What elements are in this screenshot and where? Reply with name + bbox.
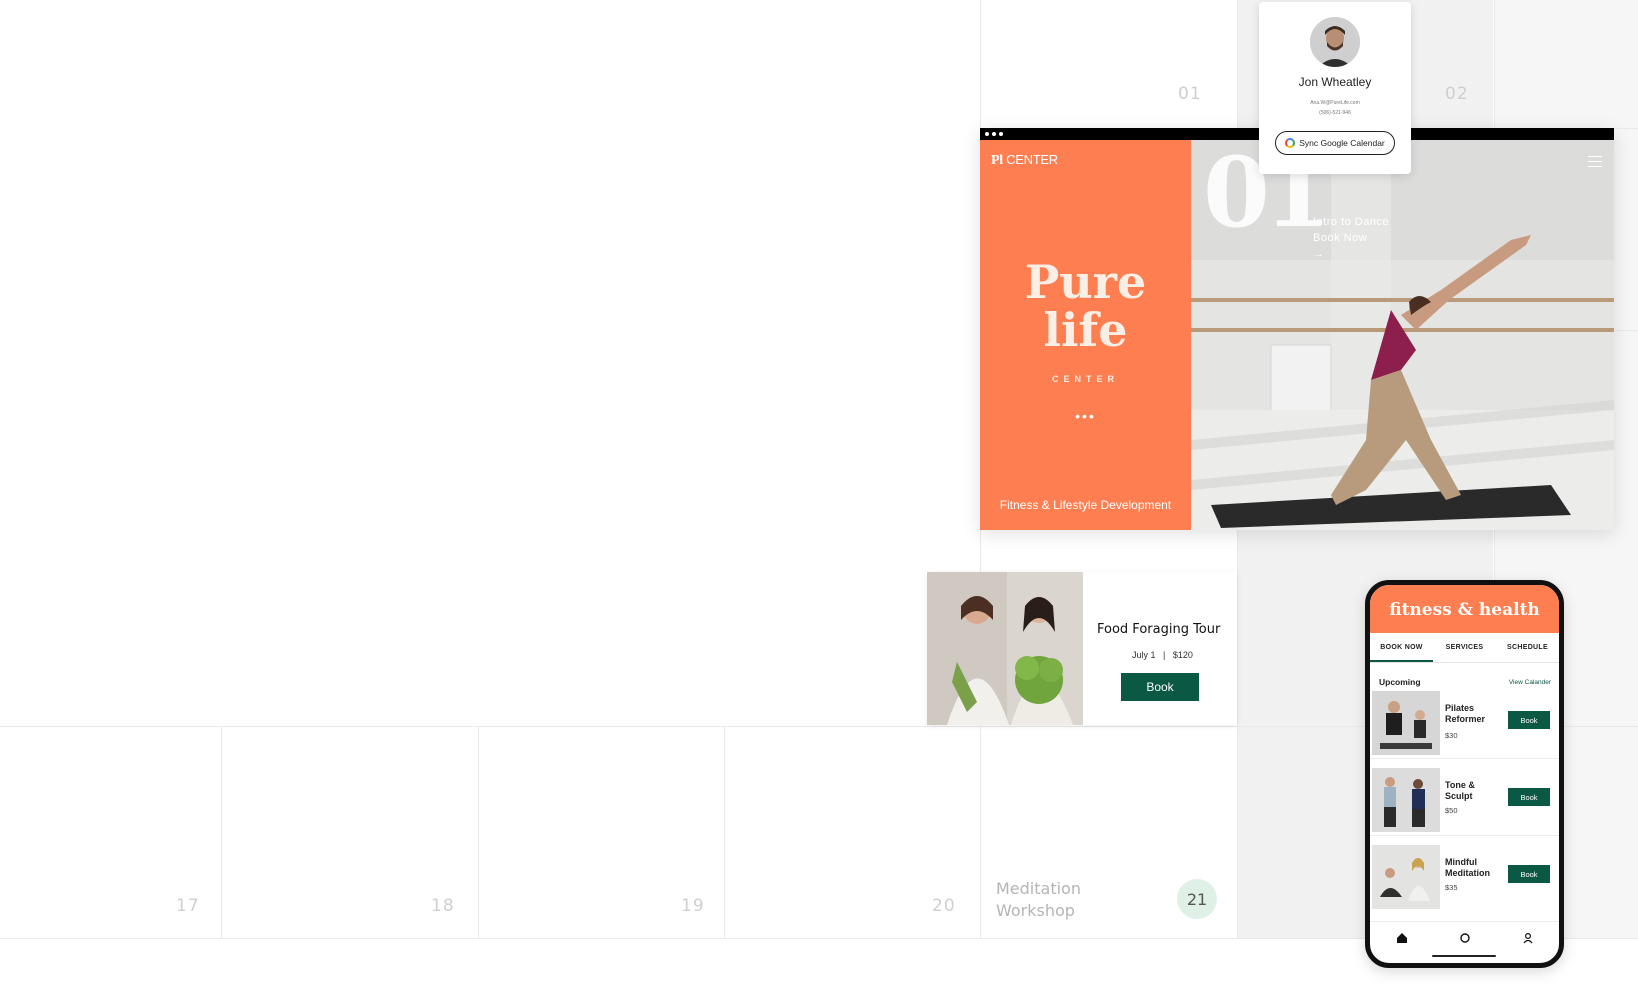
class-name: Tone & Sculpt — [1445, 780, 1475, 801]
book-class-button[interactable]: Book — [1508, 865, 1550, 883]
search-icon[interactable] — [1458, 931, 1472, 945]
pilates-photo-illustration — [1372, 691, 1440, 755]
intro-line2: Book Now — [1313, 232, 1368, 244]
tab-services[interactable]: SERVICES — [1433, 633, 1496, 662]
grid-line — [478, 726, 479, 938]
tab-schedule[interactable]: SCHEDULE — [1496, 633, 1559, 662]
phone-header: fitness & health — [1370, 585, 1559, 633]
day-number-21-highlighted[interactable]: 21 — [1177, 879, 1217, 919]
list-item: Pilates Reformer $30 Book — [1370, 689, 1559, 759]
sync-button-label: Sync Google Calendar — [1299, 138, 1385, 148]
event-separator: | — [1163, 650, 1166, 660]
day-number-01[interactable]: 01 — [1178, 84, 1202, 104]
hero-title-line1: Pure — [1024, 255, 1147, 309]
class-price: $30 — [1445, 731, 1458, 740]
home-indicator — [1432, 955, 1496, 957]
profile-card: Jon Wheatley Ana.W@PureLife.com (506)-52… — [1259, 2, 1411, 174]
avatar-portrait-icon — [1310, 17, 1360, 67]
profile-phone: (506)-521-946 — [1319, 110, 1351, 116]
meditation-photo-illustration — [1372, 845, 1440, 909]
logo-text: CENTER — [1006, 152, 1058, 167]
book-class-button[interactable]: Book — [1508, 711, 1550, 729]
site-logo[interactable]: Pl CENTER — [991, 152, 1058, 169]
day-number-19[interactable]: 19 — [681, 896, 705, 916]
day-number-20[interactable]: 20 — [932, 896, 956, 916]
profile-icon[interactable] — [1521, 931, 1535, 945]
hero-dots: ••• — [1075, 408, 1096, 424]
list-item: Tone & Sculpt $50 Book — [1370, 766, 1559, 836]
website-preview-window: Pl CENTER Pure life CENTER ••• Fitness &… — [980, 128, 1614, 530]
book-class-button[interactable]: Book — [1508, 788, 1550, 806]
day-number-18[interactable]: 18 — [431, 896, 455, 916]
calendar-event-meditation[interactable]: Meditation Workshop — [996, 878, 1106, 922]
view-calendar-link[interactable]: View Calander — [1509, 679, 1551, 686]
grid-line — [724, 726, 725, 938]
google-icon — [1285, 138, 1296, 148]
hero-photo: 01 Intro to Dance Book Now → — [1191, 140, 1614, 530]
tone-sculpt-photo-illustration — [1372, 768, 1440, 832]
day-number-02[interactable]: 02 — [1445, 84, 1469, 104]
event-meta: July 1 | $120 — [1132, 650, 1193, 660]
food-tour-photo — [927, 572, 1083, 725]
profile-email: Ana.W@PureLife.com — [1310, 100, 1360, 106]
event-price: $120 — [1172, 650, 1193, 660]
menu-icon[interactable] — [1588, 156, 1602, 167]
logo-mark: Pl — [991, 153, 1003, 168]
hero-title: Pure life — [980, 258, 1191, 354]
food-photo-illustration — [927, 572, 1083, 725]
class-name: Mindful Meditation — [1445, 857, 1490, 878]
class-name: Pilates Reformer — [1445, 703, 1486, 724]
hero-panel: Pl CENTER Pure life CENTER ••• Fitness &… — [980, 140, 1191, 530]
hero-subtitle: CENTER — [1051, 374, 1119, 384]
day-number-17[interactable]: 17 — [176, 896, 200, 916]
class-price: $50 — [1445, 806, 1458, 815]
home-icon[interactable] — [1395, 931, 1409, 945]
sync-google-calendar-button[interactable]: Sync Google Calendar — [1275, 131, 1395, 155]
tab-book-now[interactable]: BOOK NOW — [1370, 633, 1433, 662]
hero-tagline: Fitness & Lifestyle Development — [999, 498, 1172, 512]
event-card-food-foraging: Food Foraging Tour July 1 | $120 Book — [927, 572, 1237, 725]
class-price: $35 — [1445, 883, 1458, 892]
class-thumbnail — [1372, 691, 1440, 755]
avatar — [1310, 17, 1360, 67]
class-thumbnail — [1372, 768, 1440, 832]
grid-line — [221, 726, 222, 938]
profile-name: Jon Wheatley — [1298, 75, 1372, 89]
phone-mockup: fitness & health BOOK NOW SERVICES SCHED… — [1365, 580, 1564, 968]
upcoming-heading: Upcoming — [1379, 677, 1421, 687]
event-title: Food Foraging Tour — [1097, 622, 1221, 637]
phone-tabs: BOOK NOW SERVICES SCHEDULE — [1370, 633, 1559, 663]
arrow-right-icon: → — [1313, 248, 1325, 260]
list-item: Mindful Meditation $35 Book — [1370, 843, 1559, 913]
event-date: July 1 — [1132, 650, 1156, 660]
class-thumbnail — [1372, 845, 1440, 909]
intro-line1: Intro to Dance — [1313, 216, 1390, 228]
hero-title-line2: life — [1043, 303, 1128, 357]
book-food-tour-button[interactable]: Book — [1121, 673, 1199, 701]
intro-link[interactable]: Intro to Dance Book Now → — [1313, 214, 1389, 262]
